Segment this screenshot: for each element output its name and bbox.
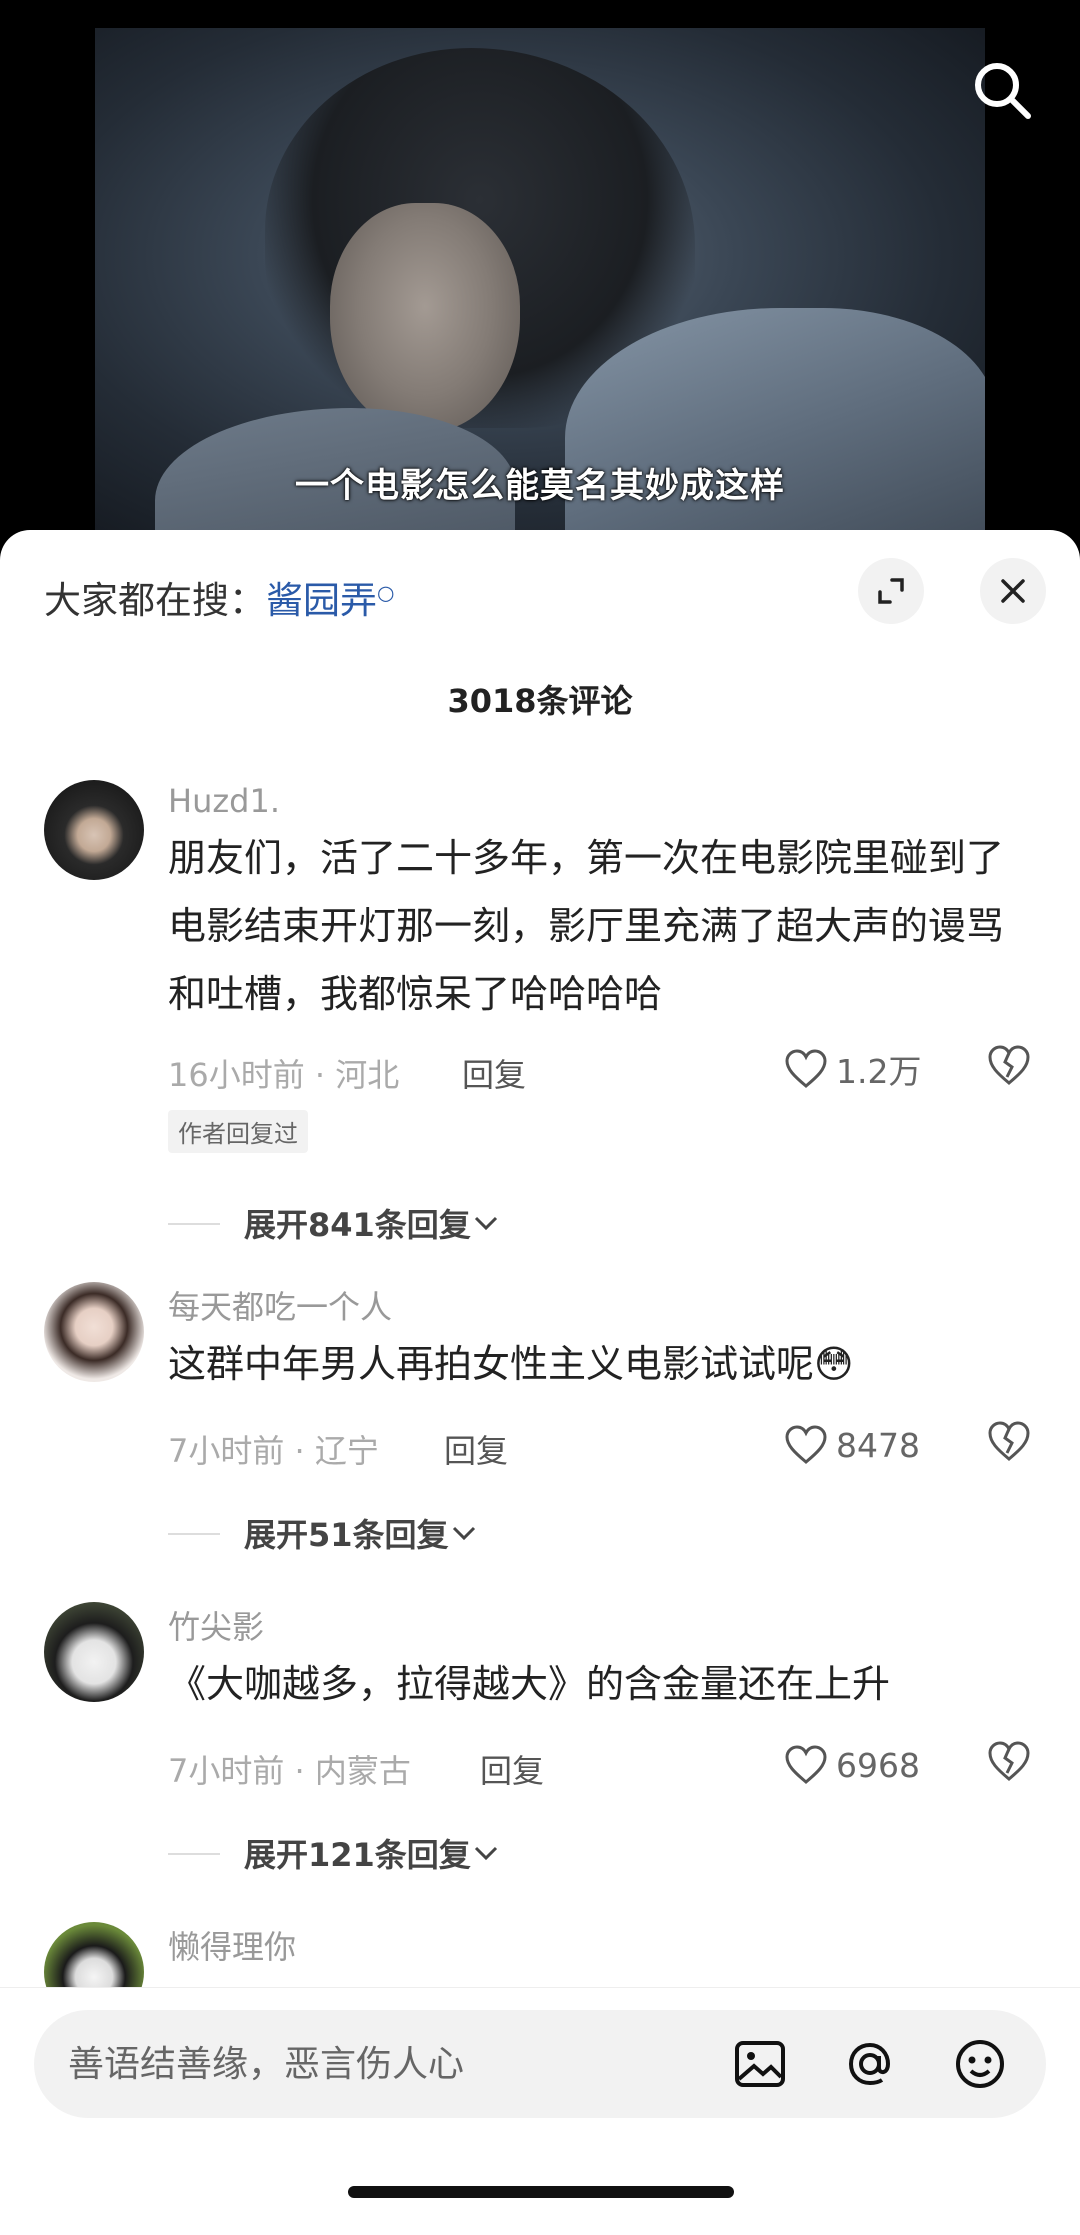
comment-username[interactable]: 每天都吃一个人 <box>168 1282 392 1328</box>
comment-username[interactable]: Huzd1. <box>168 782 280 820</box>
reply-button[interactable]: 回复 <box>444 1426 508 1472</box>
video-scene-face <box>330 203 520 433</box>
heart-icon <box>785 1745 827 1784</box>
comment-username[interactable]: 懒得理你 <box>168 1922 296 1968</box>
hot-search-prefix: 大家都在搜： <box>44 579 266 622</box>
home-indicator[interactable] <box>348 2186 734 2198</box>
comment-text: 《大咖越多，拉得越大》的含金量还在上升 <box>168 1662 891 1706</box>
broken-heart-icon[interactable] <box>986 1044 1036 1094</box>
comment-username[interactable]: 竹尖影 <box>168 1602 264 1648</box>
broken-heart-icon[interactable] <box>986 1420 1036 1470</box>
close-icon[interactable] <box>980 558 1046 624</box>
like-count: 6968 <box>836 1745 920 1785</box>
expand-replies-button[interactable]: 展开51条回复 <box>168 1510 479 1556</box>
small-search-icon: ○ <box>377 580 395 605</box>
expand-replies-label: 展开51条回复 <box>244 1516 449 1554</box>
comment-input-bar <box>0 1987 1080 2235</box>
divider <box>168 1533 220 1535</box>
expand-replies-button[interactable]: 展开121条回复 <box>168 1830 501 1876</box>
comment-sheet: 大家都在搜：酱园弄○ 3018条评论 Huzd1. 朋友们，活了二十多年，第一次… <box>0 530 1080 2235</box>
author-replied-badge: 作者回复过 <box>168 1110 308 1153</box>
like-count: 1.2万 <box>836 1052 922 1091</box>
avatar[interactable] <box>44 1282 144 1382</box>
comment-meta: 7小时前 · 辽宁 <box>168 1432 379 1470</box>
comment-count: 3018条评论 <box>447 682 633 720</box>
expand-replies-button[interactable]: 展开841条回复 <box>168 1200 501 1246</box>
emoji-icon[interactable] <box>950 2034 1010 2094</box>
comment-input[interactable] <box>68 2010 728 2118</box>
image-icon[interactable] <box>730 2034 790 2094</box>
reply-button[interactable]: 回复 <box>480 1746 544 1792</box>
like-button[interactable]: 8478 <box>784 1420 920 1470</box>
chevron-down-icon <box>474 1216 497 1231</box>
video-player[interactable]: 一个电影怎么能莫名其妙成这样 <box>0 0 1080 560</box>
hot-search[interactable]: 大家都在搜：酱园弄○ <box>44 570 394 624</box>
like-button[interactable]: 1.2万 <box>784 1044 921 1094</box>
heart-icon <box>785 1049 827 1088</box>
divider <box>168 1223 220 1225</box>
comment-input-container <box>34 2010 1046 2118</box>
divider <box>168 1853 220 1855</box>
avatar[interactable] <box>44 780 144 880</box>
chevron-down-icon <box>452 1526 475 1541</box>
comment-text: 朋友们，活了二十多年，第一次在电影院里碰到了电影结束开灯那一刻，影厅里充满了超大… <box>168 836 1005 1016</box>
search-icon[interactable] <box>968 56 1038 126</box>
avatar[interactable] <box>44 1602 144 1702</box>
comment-meta: 16小时前 · 河北 <box>168 1056 400 1094</box>
expand-icon[interactable] <box>858 558 924 624</box>
like-button[interactable]: 6968 <box>784 1740 920 1790</box>
video-subtitle: 一个电影怎么能莫名其妙成这样 <box>295 466 785 506</box>
reply-button[interactable]: 回复 <box>462 1050 526 1096</box>
heart-icon <box>785 1425 827 1464</box>
expand-replies-label: 展开841条回复 <box>244 1206 471 1244</box>
comment-text: 这群中年男人再拍女性主义电影试试呢😳 <box>168 1342 854 1386</box>
hot-search-term[interactable]: 酱园弄 <box>266 579 377 622</box>
like-count: 8478 <box>836 1425 920 1465</box>
at-icon[interactable] <box>840 2034 900 2094</box>
chevron-down-icon <box>474 1846 497 1861</box>
broken-heart-icon[interactable] <box>986 1740 1036 1790</box>
expand-replies-label: 展开121条回复 <box>244 1836 471 1874</box>
comment-meta: 7小时前 · 内蒙古 <box>168 1752 411 1790</box>
